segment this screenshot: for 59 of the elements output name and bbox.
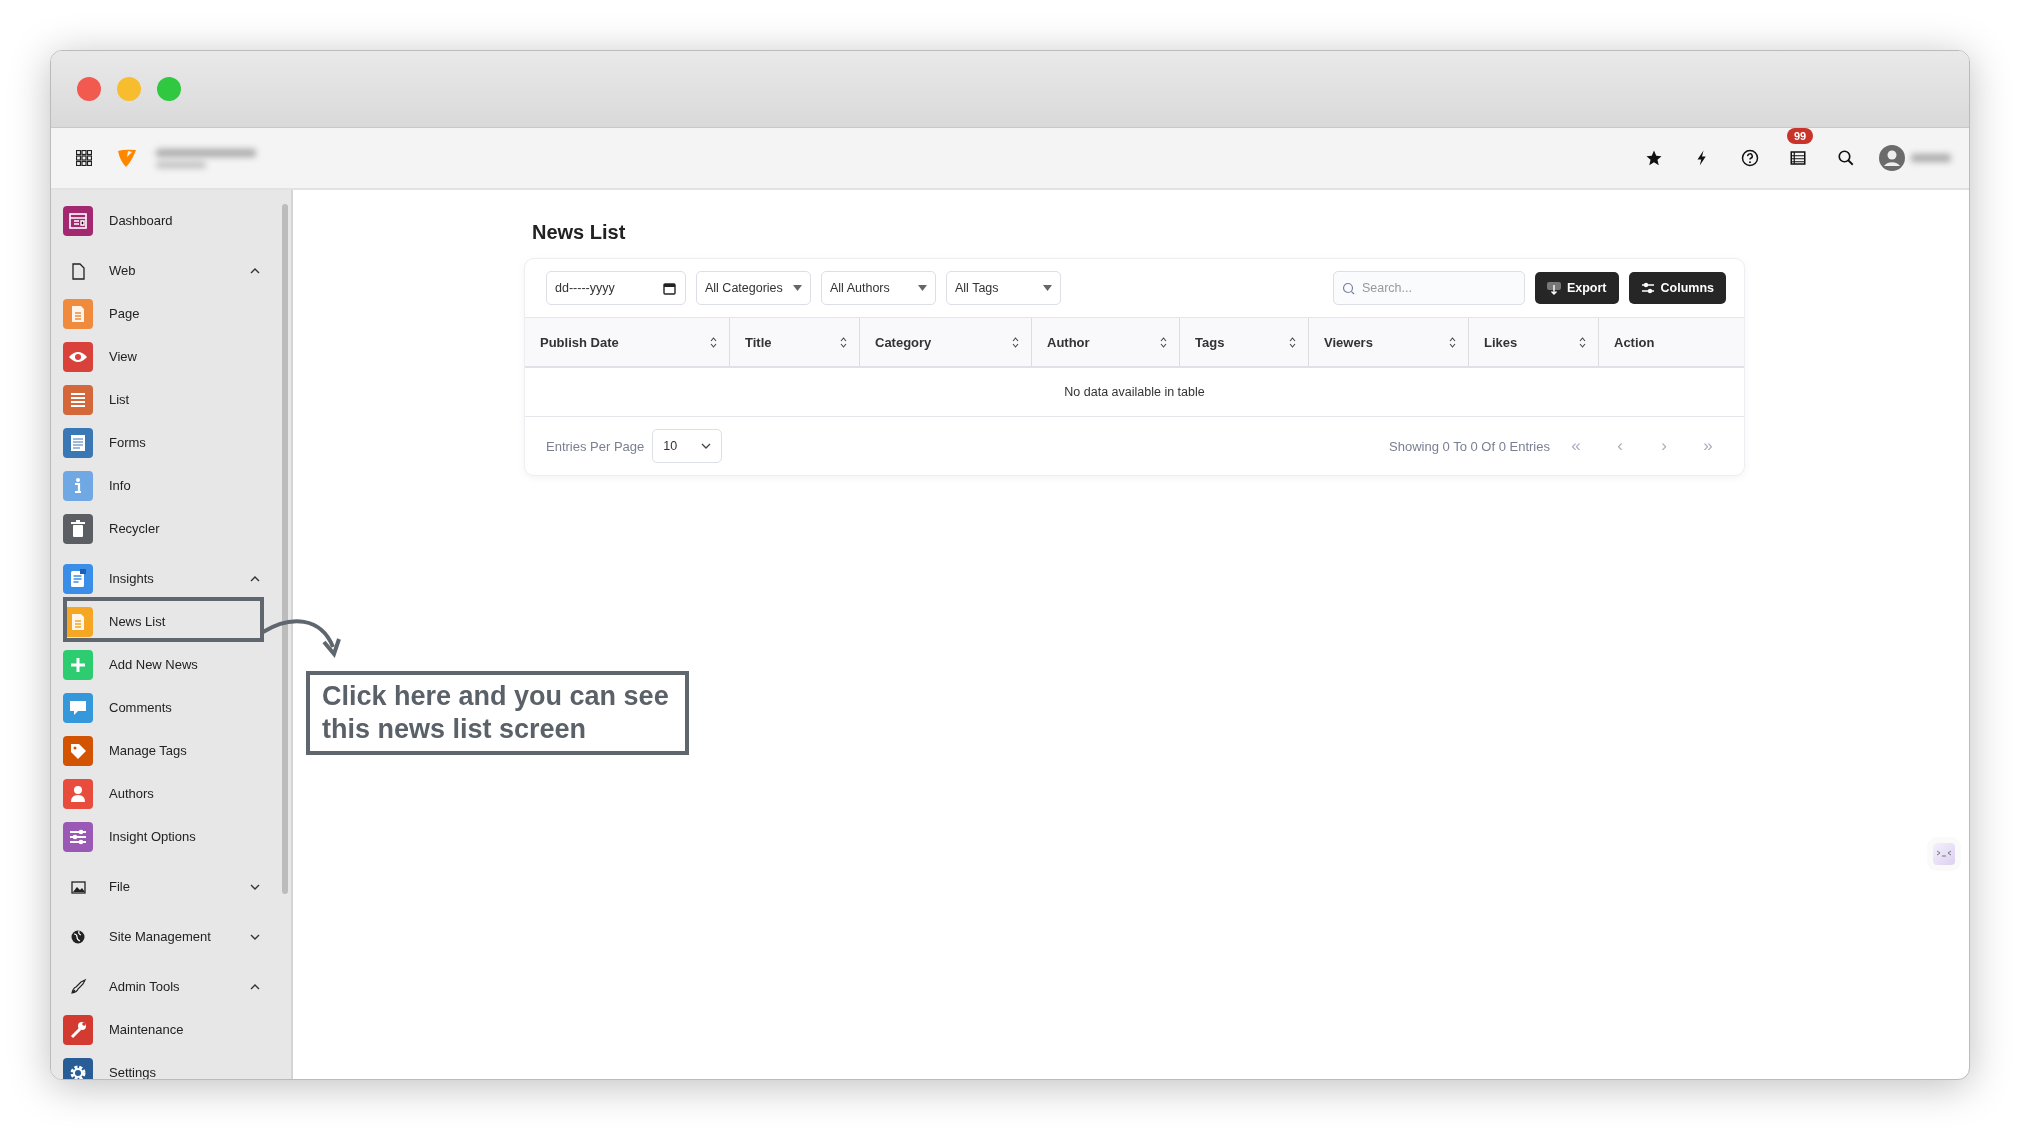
page-title: News List — [532, 221, 627, 244]
caret-icon — [1043, 285, 1052, 291]
sidebar-item[interactable]: Add New News — [63, 643, 279, 686]
sidebar-item[interactable]: Dashboard — [63, 199, 279, 242]
sidebar-item[interactable]: Manage Tags — [63, 729, 279, 772]
list-icon[interactable] — [1789, 149, 1807, 167]
chevron-down-icon — [701, 443, 712, 449]
sidebar-item[interactable]: View — [63, 335, 279, 378]
sidebar-item[interactable]: Authors — [63, 772, 279, 815]
filter-dropdown[interactable]: All Categories — [696, 271, 811, 305]
sidebar-item[interactable]: List — [63, 378, 279, 421]
filter-dropdown[interactable]: All Authors — [821, 271, 936, 305]
sidebar-group[interactable]: Web — [63, 249, 279, 292]
entries-label: Entries Per Page — [546, 438, 645, 454]
sliders-icon — [1640, 281, 1655, 295]
sidebar-item[interactable]: Page — [63, 292, 279, 335]
star-icon[interactable] — [1645, 149, 1663, 167]
calendar-icon[interactable] — [663, 282, 676, 295]
search-icon[interactable] — [1837, 149, 1855, 167]
close-button[interactable] — [77, 77, 101, 101]
sidebar-item[interactable]: Comments — [63, 686, 279, 729]
entries-summary: Showing 0 To 0 Of 0 Entries — [1389, 438, 1550, 454]
sidebar-item[interactable]: Settings — [63, 1051, 279, 1079]
sidebar-item[interactable]: Recycler — [63, 507, 279, 550]
help-icon[interactable] — [1741, 149, 1759, 167]
avatar-icon[interactable] — [1879, 145, 1905, 171]
sidebar-item[interactable]: Forms — [63, 421, 279, 464]
column-header[interactable]: Publish Date — [525, 318, 730, 366]
filter-dropdown[interactable]: All Tags — [946, 271, 1061, 305]
column-header[interactable]: Viewers — [1309, 318, 1469, 366]
caret-icon — [793, 285, 802, 291]
column-header[interactable]: Tags — [1180, 318, 1309, 366]
blurred-user-name — [1911, 154, 1951, 162]
sidebar-group[interactable]: Site Management — [63, 915, 279, 958]
sidebar-item[interactable]: Insight Options — [63, 815, 279, 858]
column-header: Action — [1613, 333, 1656, 352]
columns-button[interactable]: Columns — [1628, 272, 1726, 304]
date-field[interactable]: dd-----yyyy — [546, 271, 686, 305]
search-icon — [1341, 282, 1355, 295]
download-icon — [1546, 281, 1561, 295]
document-icon — [63, 563, 93, 594]
sidebar-item[interactable]: News List — [63, 600, 279, 643]
callout-text: Click here and you can see this news list screen — [306, 671, 689, 755]
notification-badge: 99 — [1787, 128, 1814, 144]
empty-message: No data available in table — [1064, 385, 1205, 399]
search-field[interactable]: Search... — [1332, 271, 1525, 305]
caret-icon — [918, 285, 927, 291]
column-header[interactable]: Author — [1032, 318, 1180, 366]
column-header[interactable]: Category — [860, 318, 1032, 366]
page-size-dropdown[interactable]: 10 — [652, 429, 723, 463]
sidebar-item[interactable]: Info — [63, 464, 279, 507]
sidebar-group[interactable]: File — [63, 865, 279, 908]
apps-grid-icon[interactable] — [76, 150, 92, 166]
sidebar-group[interactable]: Admin Tools — [63, 965, 279, 1008]
sidebar-group[interactable]: Insights — [63, 557, 279, 600]
sidebar-item[interactable]: Maintenance — [63, 1008, 279, 1051]
export-button[interactable]: Export — [1534, 272, 1619, 304]
column-header[interactable]: Title — [730, 318, 860, 366]
column-header[interactable]: Likes — [1469, 318, 1599, 366]
